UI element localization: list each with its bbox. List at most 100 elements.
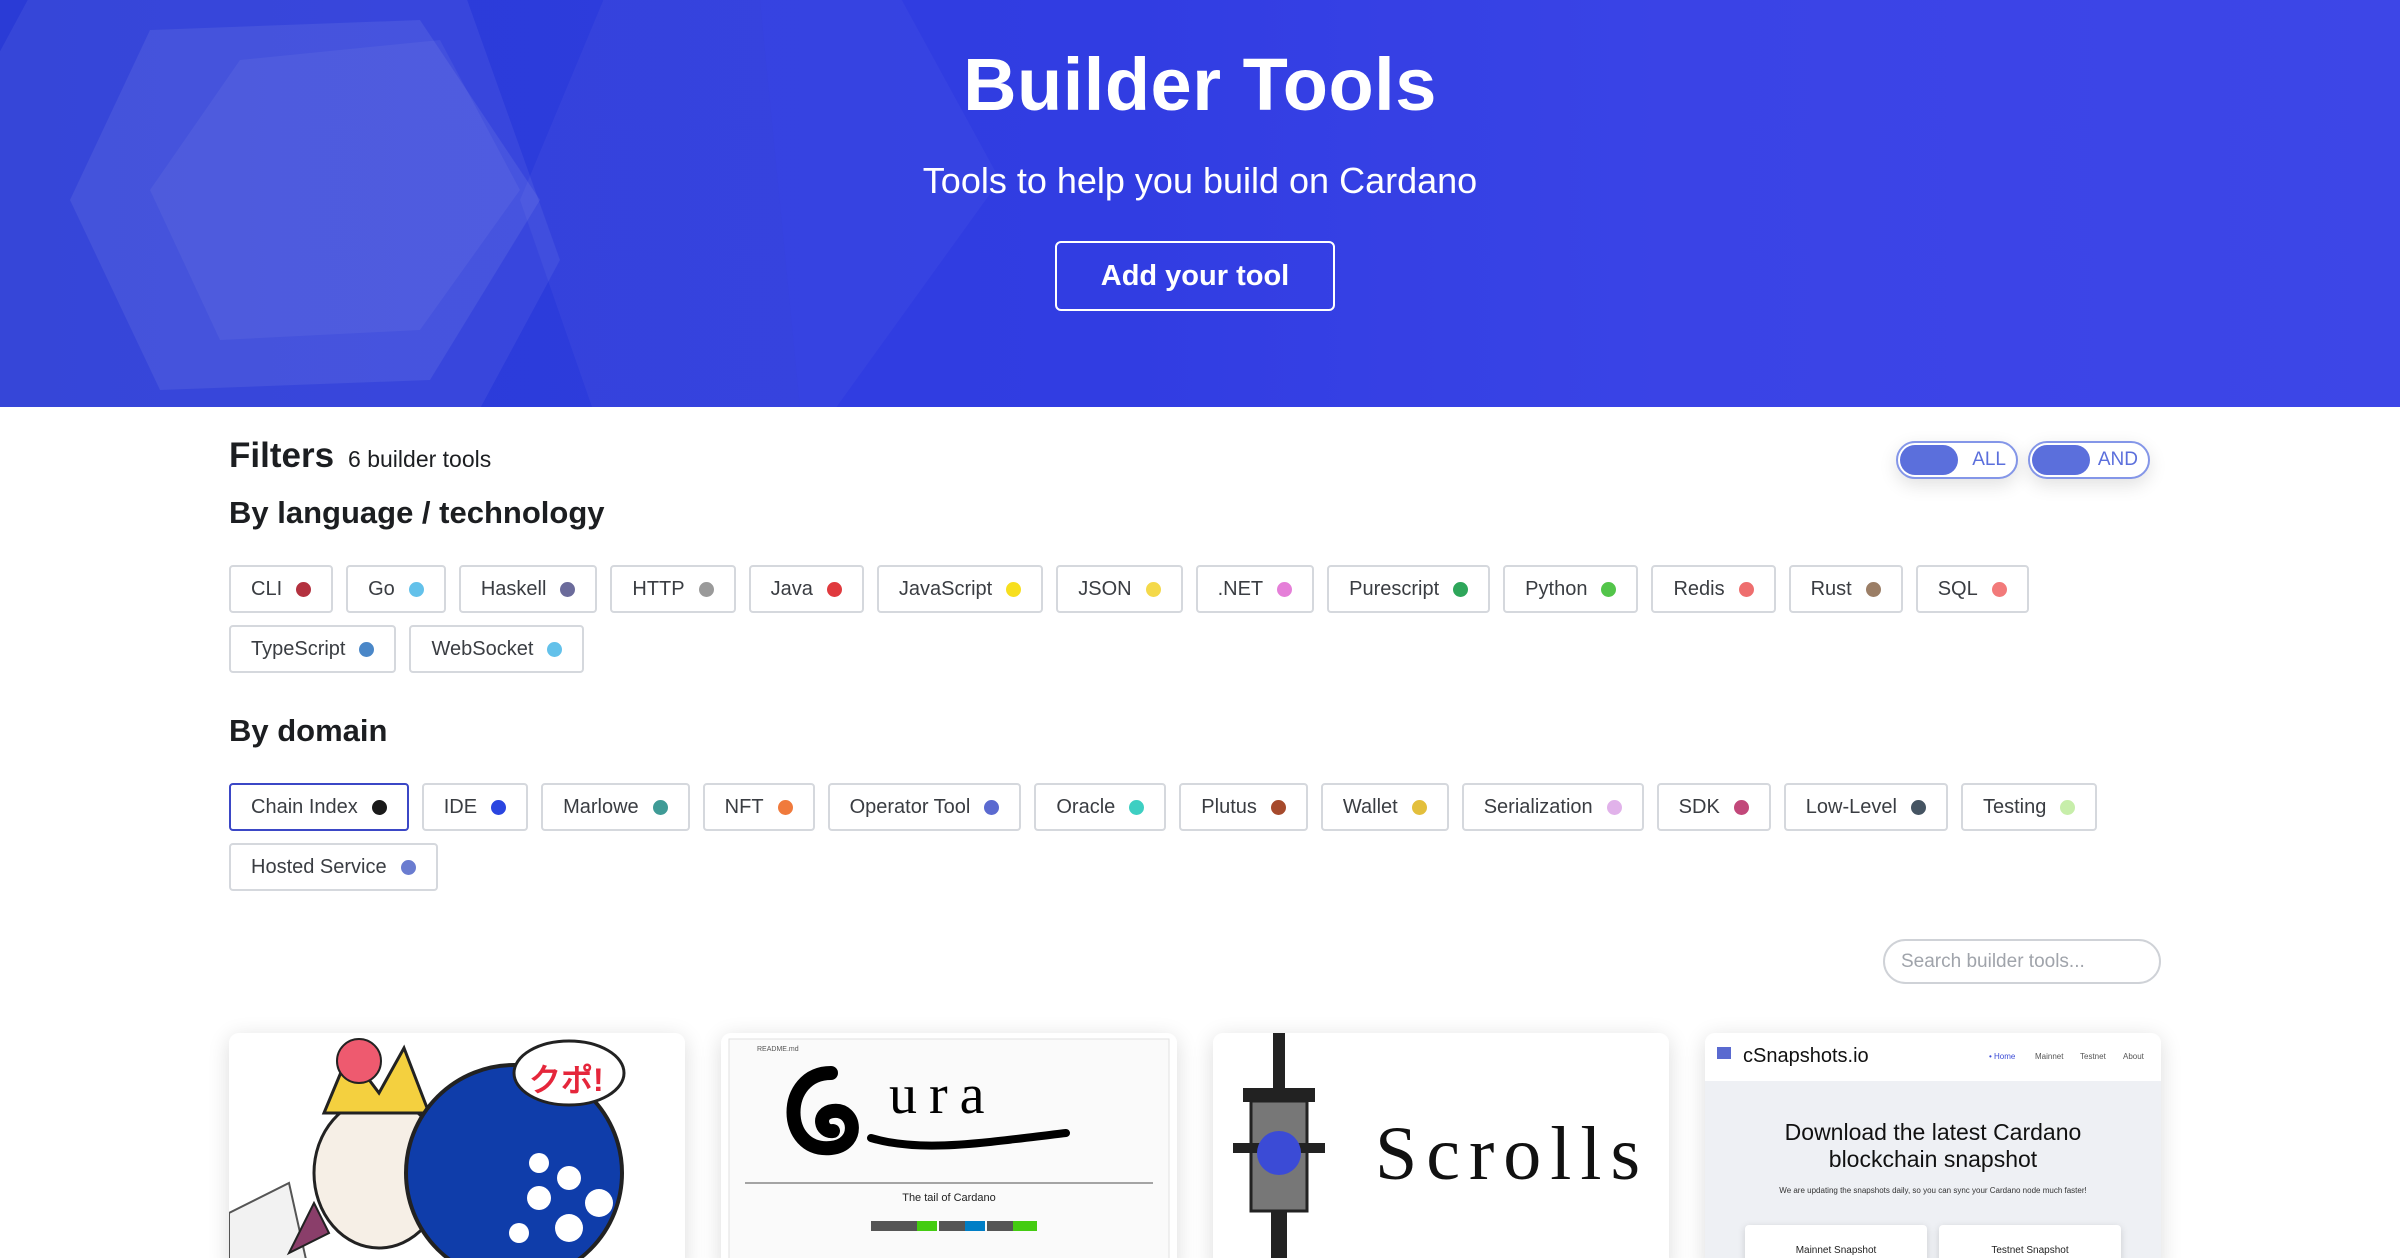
filter-tag-label: Redis bbox=[1673, 577, 1725, 600]
color-dot-icon bbox=[491, 799, 507, 815]
color-dot-icon bbox=[1910, 799, 1926, 815]
color-dot-icon bbox=[1606, 799, 1622, 815]
color-dot-icon bbox=[400, 859, 416, 875]
filter-tag-rust[interactable]: Rust bbox=[1788, 565, 1903, 613]
color-dot-icon bbox=[1145, 581, 1161, 597]
filter-tag-sdk[interactable]: SDK bbox=[1656, 783, 1771, 831]
filter-tag-oracle[interactable]: Oracle bbox=[1034, 783, 1167, 831]
filter-tag-label: Low-Level bbox=[1805, 795, 1897, 818]
color-dot-icon bbox=[1865, 581, 1881, 597]
oura-logo-text: ura bbox=[889, 1064, 997, 1126]
filter-tag-http[interactable]: HTTP bbox=[610, 565, 736, 613]
filter-tag-purescript[interactable]: Purescript bbox=[1327, 565, 1491, 613]
filter-tag-plutus[interactable]: Plutus bbox=[1179, 783, 1308, 831]
filter-tag-serialization[interactable]: Serialization bbox=[1461, 783, 1644, 831]
csnapshots-nav-about: About bbox=[2123, 1052, 2144, 1061]
filter-tag-label: HTTP bbox=[632, 577, 685, 600]
csnapshots-brand: cSnapshots.io bbox=[1743, 1045, 1869, 1067]
filter-tag-cli[interactable]: CLI bbox=[229, 565, 334, 613]
filter-tag-label: Marlowe bbox=[563, 795, 639, 818]
filter-tag-low-level[interactable]: Low-Level bbox=[1783, 783, 1948, 831]
filter-tag-testing[interactable]: Testing bbox=[1960, 783, 2098, 831]
csnapshots-nav-testnet: Testnet bbox=[2080, 1052, 2106, 1061]
filter-tag-label: Testing bbox=[1982, 795, 2047, 818]
language-section-title: By language / technology bbox=[229, 495, 605, 530]
filter-tag-websocket[interactable]: WebSocket bbox=[409, 625, 585, 673]
filter-tag-json[interactable]: JSON bbox=[1056, 565, 1183, 613]
filter-tag-label: JavaScript bbox=[898, 577, 993, 600]
filter-tag-label: TypeScript bbox=[251, 637, 346, 660]
tool-card-scrolls[interactable]: Scrolls bbox=[1213, 1033, 1669, 1258]
color-dot-icon bbox=[560, 581, 576, 597]
csnapshots-headline-line-1: Download the latest Cardano bbox=[1784, 1119, 2082, 1145]
filter-tag-label: SDK bbox=[1678, 795, 1720, 818]
filters-header: Filters 6 builder tools bbox=[229, 436, 491, 476]
readme-label: README.md bbox=[757, 1046, 799, 1053]
add-your-tool-button[interactable]: Add your tool bbox=[1055, 241, 1335, 311]
filter-tag-sql[interactable]: SQL bbox=[1915, 565, 2029, 613]
filter-tag-label: Serialization bbox=[1483, 795, 1593, 818]
toggle-all-label: ALL bbox=[1972, 449, 2006, 470]
filter-tag-label: Oracle bbox=[1056, 795, 1116, 818]
color-dot-icon bbox=[1129, 799, 1145, 815]
domain-tag-list: Chain Index IDE Marlowe NFT Operator Tool Ora… bbox=[229, 783, 2179, 891]
color-dot-icon bbox=[1453, 581, 1469, 597]
csnapshots-mainnet-box: Mainnet Snapshot bbox=[1745, 1225, 1927, 1258]
filter-tag-label: Chain Index bbox=[251, 795, 358, 818]
filter-tag-ide[interactable]: IDE bbox=[421, 783, 529, 831]
filter-tag-python[interactable]: Python bbox=[1503, 565, 1639, 613]
csnapshots-nav-home: • Home bbox=[1989, 1052, 2016, 1061]
filter-tag-label: Rust bbox=[1810, 577, 1852, 600]
filter-tag-hosted-service[interactable]: Hosted Service bbox=[229, 843, 438, 891]
color-dot-icon bbox=[1738, 581, 1754, 597]
color-dot-icon bbox=[984, 799, 1000, 815]
filter-tag-chain-index[interactable]: Chain Index bbox=[229, 783, 409, 831]
toggle-knob bbox=[1900, 445, 1958, 475]
color-dot-icon bbox=[296, 581, 312, 597]
color-dot-icon bbox=[1601, 581, 1617, 597]
filter-tag-typescript[interactable]: TypeScript bbox=[229, 625, 397, 673]
filter-tag-javascript[interactable]: JavaScript bbox=[876, 565, 1044, 613]
filter-tag-label: Java bbox=[770, 577, 813, 600]
tool-card-oura[interactable]: README.md ura The tail of Cardano bbox=[721, 1033, 1177, 1258]
color-dot-icon bbox=[652, 799, 668, 815]
filter-tag-label: Python bbox=[1525, 577, 1588, 600]
filter-tag-label: Go bbox=[368, 577, 395, 600]
filter-tag-haskell[interactable]: Haskell bbox=[458, 565, 598, 613]
page-title: Builder Tools bbox=[963, 43, 1437, 126]
tool-card-csnapshots[interactable]: cSnapshots.io • Home Mainnet Testnet Abo… bbox=[1705, 1033, 2161, 1258]
filter-tag-label: .NET bbox=[1217, 577, 1264, 600]
page-subtitle: Tools to help you build on Cardano bbox=[922, 160, 1478, 201]
filter-tag-label: WebSocket bbox=[431, 637, 534, 660]
filter-tag-label: Wallet bbox=[1342, 795, 1398, 818]
filter-tag-operator-tool[interactable]: Operator Tool bbox=[827, 783, 1022, 831]
filter-tag-wallet[interactable]: Wallet bbox=[1320, 783, 1449, 831]
filters-title: Filters bbox=[229, 436, 335, 475]
color-dot-icon bbox=[1411, 799, 1427, 815]
domain-section-title: By domain bbox=[229, 713, 388, 748]
toggle-knob bbox=[2032, 445, 2090, 475]
scrolls-logo-text: Scrolls bbox=[1375, 1112, 1650, 1196]
filter-tag-marlowe[interactable]: Marlowe bbox=[541, 783, 690, 831]
filter-tag-label: CLI bbox=[251, 577, 283, 600]
filter-tag-net[interactable]: .NET bbox=[1195, 565, 1315, 613]
tool-card-kupo[interactable]: クポ! bbox=[229, 1033, 685, 1258]
all-toggle[interactable]: ALL bbox=[1896, 441, 2018, 479]
filter-tag-java[interactable]: Java bbox=[748, 565, 864, 613]
color-dot-icon bbox=[408, 581, 424, 597]
filter-tag-redis[interactable]: Redis bbox=[1651, 565, 1776, 613]
csnapshots-nav-mainnet: Mainnet bbox=[2035, 1052, 2064, 1061]
color-dot-icon bbox=[1991, 581, 2007, 597]
color-dot-icon bbox=[1270, 799, 1286, 815]
color-dot-icon bbox=[1006, 581, 1022, 597]
filter-tag-label: Purescript bbox=[1349, 577, 1440, 600]
and-toggle[interactable]: AND bbox=[2028, 441, 2150, 479]
filter-tag-go[interactable]: Go bbox=[346, 565, 446, 613]
color-dot-icon bbox=[371, 799, 387, 815]
csnapshots-headline-line-2: blockchain snapshot bbox=[1828, 1146, 2038, 1172]
filter-tag-label: JSON bbox=[1078, 577, 1132, 600]
search-input[interactable] bbox=[1883, 939, 2161, 984]
filter-tag-nft[interactable]: NFT bbox=[702, 783, 815, 831]
csnapshots-testnet-box: Testnet Snapshot bbox=[1939, 1225, 2121, 1258]
filter-tag-label: SQL bbox=[1937, 577, 1978, 600]
